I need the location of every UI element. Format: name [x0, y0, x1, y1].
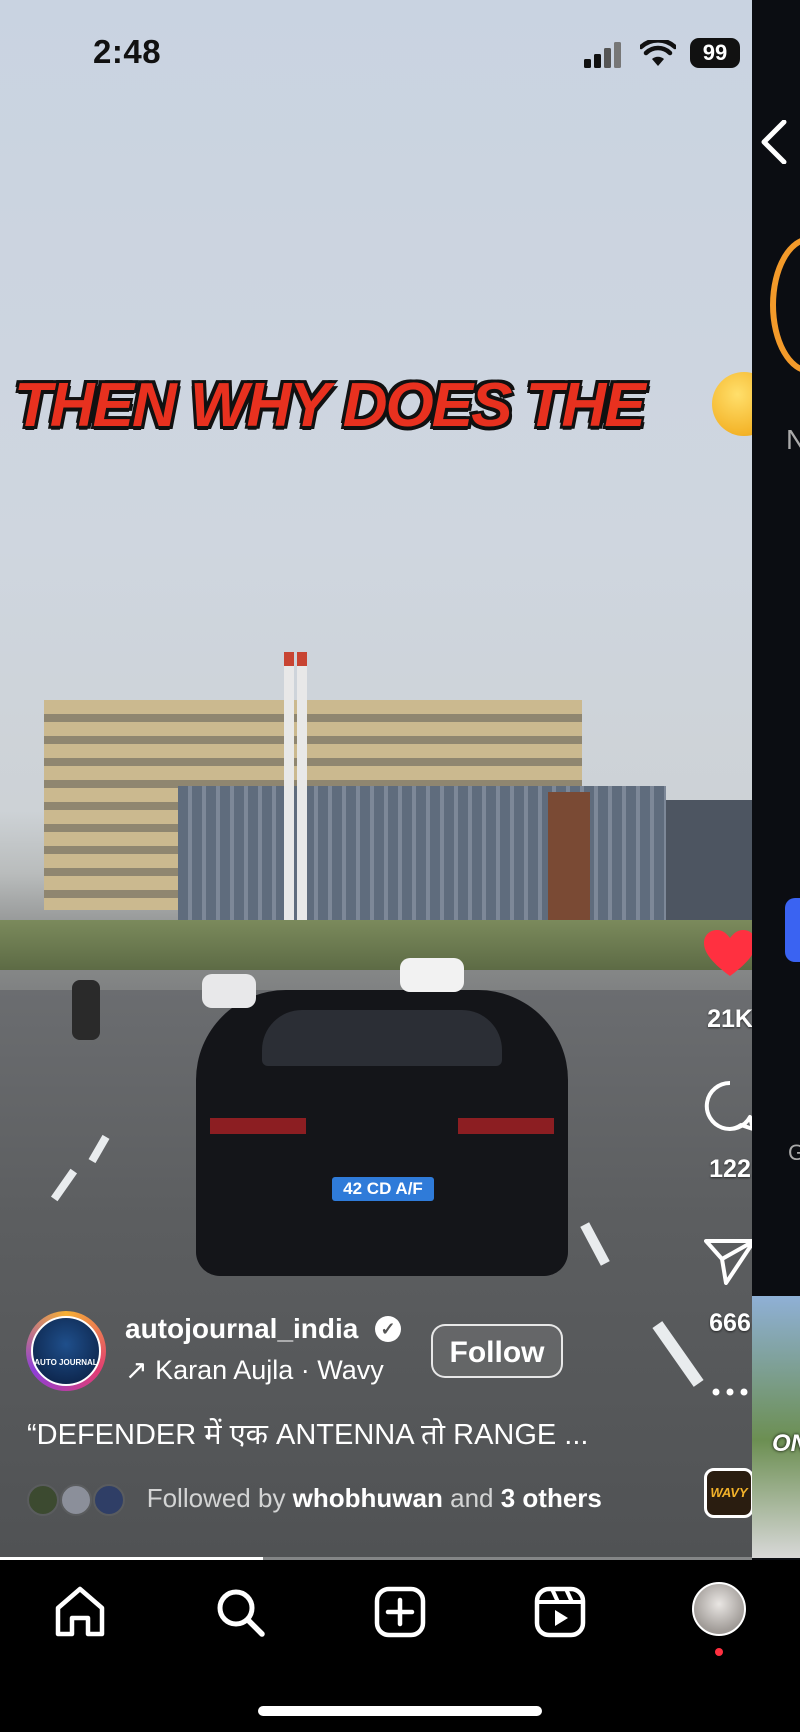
building-glass [178, 786, 666, 936]
home-icon[interactable] [52, 1584, 108, 1640]
music-label: Karan Aujla · Wavy [155, 1355, 384, 1385]
motorcycle [72, 980, 100, 1040]
audio-thumbnail[interactable]: WAVY [704, 1468, 754, 1518]
panel-thumbnail[interactable]: ON [752, 1296, 800, 1558]
tree-line [0, 920, 752, 970]
chimney-2 [297, 652, 307, 956]
white-car [400, 958, 464, 992]
search-icon[interactable] [212, 1584, 268, 1640]
license-plate: 42 CD A/F [332, 1177, 434, 1201]
notification-dot [715, 1648, 723, 1656]
arrow-up-right-icon: ↗ [125, 1355, 148, 1385]
panel-letter: G [788, 1140, 800, 1165]
followed-by[interactable]: Followed by whobhuwan and 3 others [27, 1483, 602, 1517]
send-icon [704, 1239, 756, 1285]
username[interactable]: autojournal_india [125, 1313, 358, 1345]
audio-thumbnail-text: WAVY [710, 1485, 748, 1500]
signal-icon [584, 42, 621, 68]
bottom-tab-bar [0, 1560, 800, 1732]
comment-button[interactable] [700, 1080, 760, 1137]
white-car [202, 974, 256, 1008]
panel-letter: N [786, 424, 800, 455]
share-count: 666 [709, 1309, 751, 1337]
panel-button[interactable] [785, 898, 800, 962]
comment-icon [704, 1080, 755, 1131]
comment-count: 122 [709, 1155, 751, 1183]
video-overlay-caption: THEN WHY DOES THE [14, 371, 646, 440]
followed-user: whobhuwan [292, 1483, 443, 1513]
follower-avatar [93, 1484, 126, 1517]
music-attribution[interactable]: ↗ Karan Aujla · Wavy [125, 1355, 384, 1386]
follower-avatar [60, 1484, 93, 1517]
profile-tab-avatar[interactable] [692, 1582, 746, 1636]
battery-indicator: 99 [690, 38, 740, 68]
status-bar: 2:48 99 [0, 0, 752, 104]
status-time: 2:48 [93, 33, 162, 70]
building-right [666, 800, 752, 940]
profile-avatar[interactable]: AUTO JOURNAL [26, 1311, 106, 1391]
share-button[interactable] [700, 1237, 760, 1290]
building-brown [548, 792, 590, 940]
chevron-left-icon[interactable] [760, 120, 788, 164]
followed-prefix: Followed by [146, 1483, 286, 1513]
create-post-icon[interactable] [372, 1584, 428, 1640]
reels-icon[interactable] [532, 1584, 588, 1640]
follow-button[interactable]: Follow [431, 1324, 563, 1378]
post-description[interactable]: “DEFENDER में एक ANTENNA तो RANGE ... [27, 1414, 588, 1453]
panel-thumb-text: ON [772, 1430, 800, 1457]
heart-icon [704, 930, 756, 976]
verified-badge-icon: ✓ [375, 1316, 401, 1342]
more-icon [712, 1388, 748, 1396]
car-rear-window [262, 1010, 502, 1066]
follower-avatar [27, 1484, 59, 1517]
followed-others: 3 others [500, 1483, 602, 1513]
panel-story-ring[interactable] [770, 236, 800, 374]
like-count: 21K [707, 1005, 753, 1033]
car-taillight-left [210, 1118, 306, 1134]
car-taillight-right [458, 1118, 554, 1134]
wifi-icon [640, 40, 676, 66]
home-indicator [258, 1706, 542, 1716]
chimney-1 [284, 652, 294, 956]
avatar-logo: AUTO JOURNAL [31, 1316, 101, 1386]
more-options-button[interactable] [700, 1385, 760, 1403]
adjacent-panel[interactable]: N G ON [752, 0, 800, 1560]
followed-and: and [450, 1483, 494, 1513]
like-button[interactable] [700, 930, 760, 983]
